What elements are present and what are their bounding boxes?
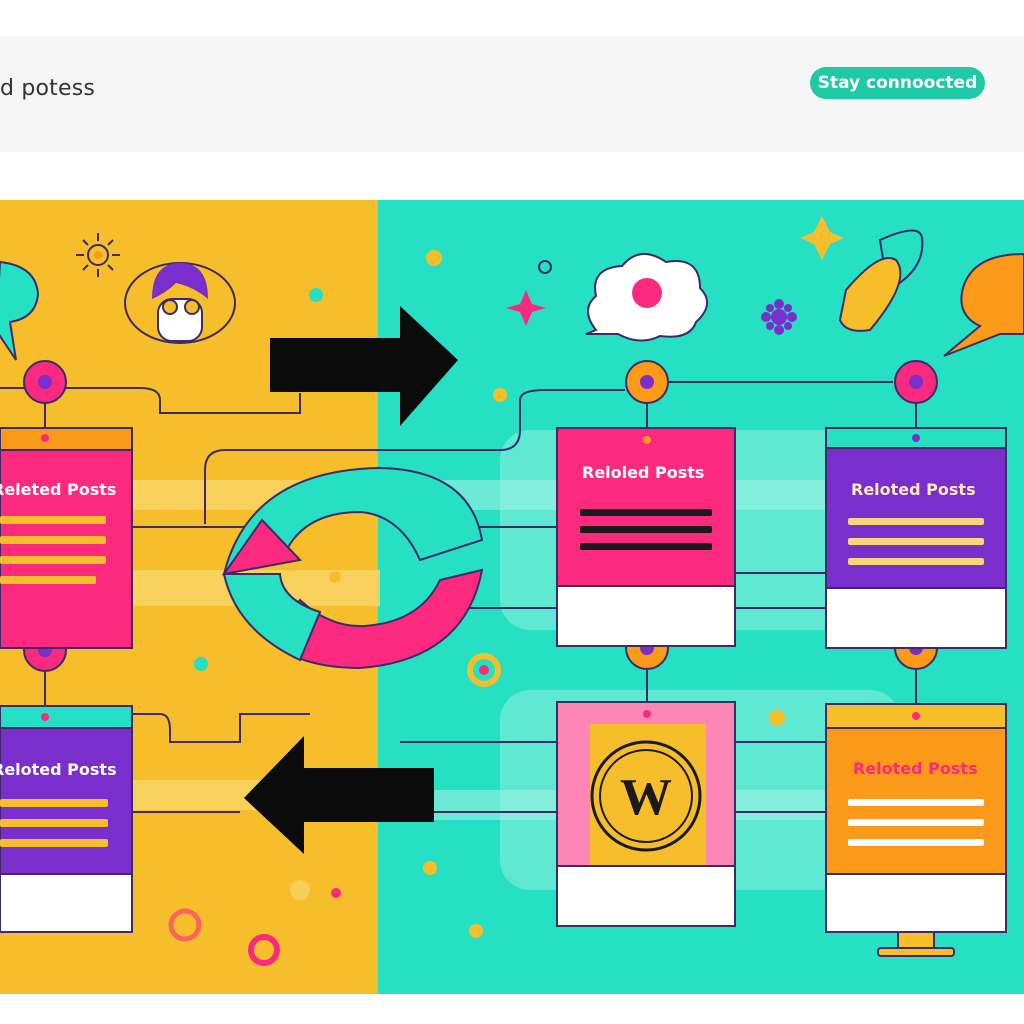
card-title: Reloted Posts [0,760,117,779]
card-title: Releted Posts [0,480,117,499]
node-orange [625,360,669,404]
card-orange-right [825,703,1007,933]
workflow-illustration: W [0,200,1024,994]
card-title: Reloted Posts [853,759,978,778]
card-title: Reloted Posts [851,480,976,499]
card-title: Reloled Posts [582,463,705,482]
wordpress-logo-icon: W [590,740,702,852]
card-purple-right [825,427,1007,649]
card-pink-center [556,427,736,647]
card-purple-left [0,705,133,933]
card-pink-left [0,427,133,649]
node-pink [894,360,938,404]
svg-text:W: W [620,769,672,826]
node-pink [23,360,67,404]
